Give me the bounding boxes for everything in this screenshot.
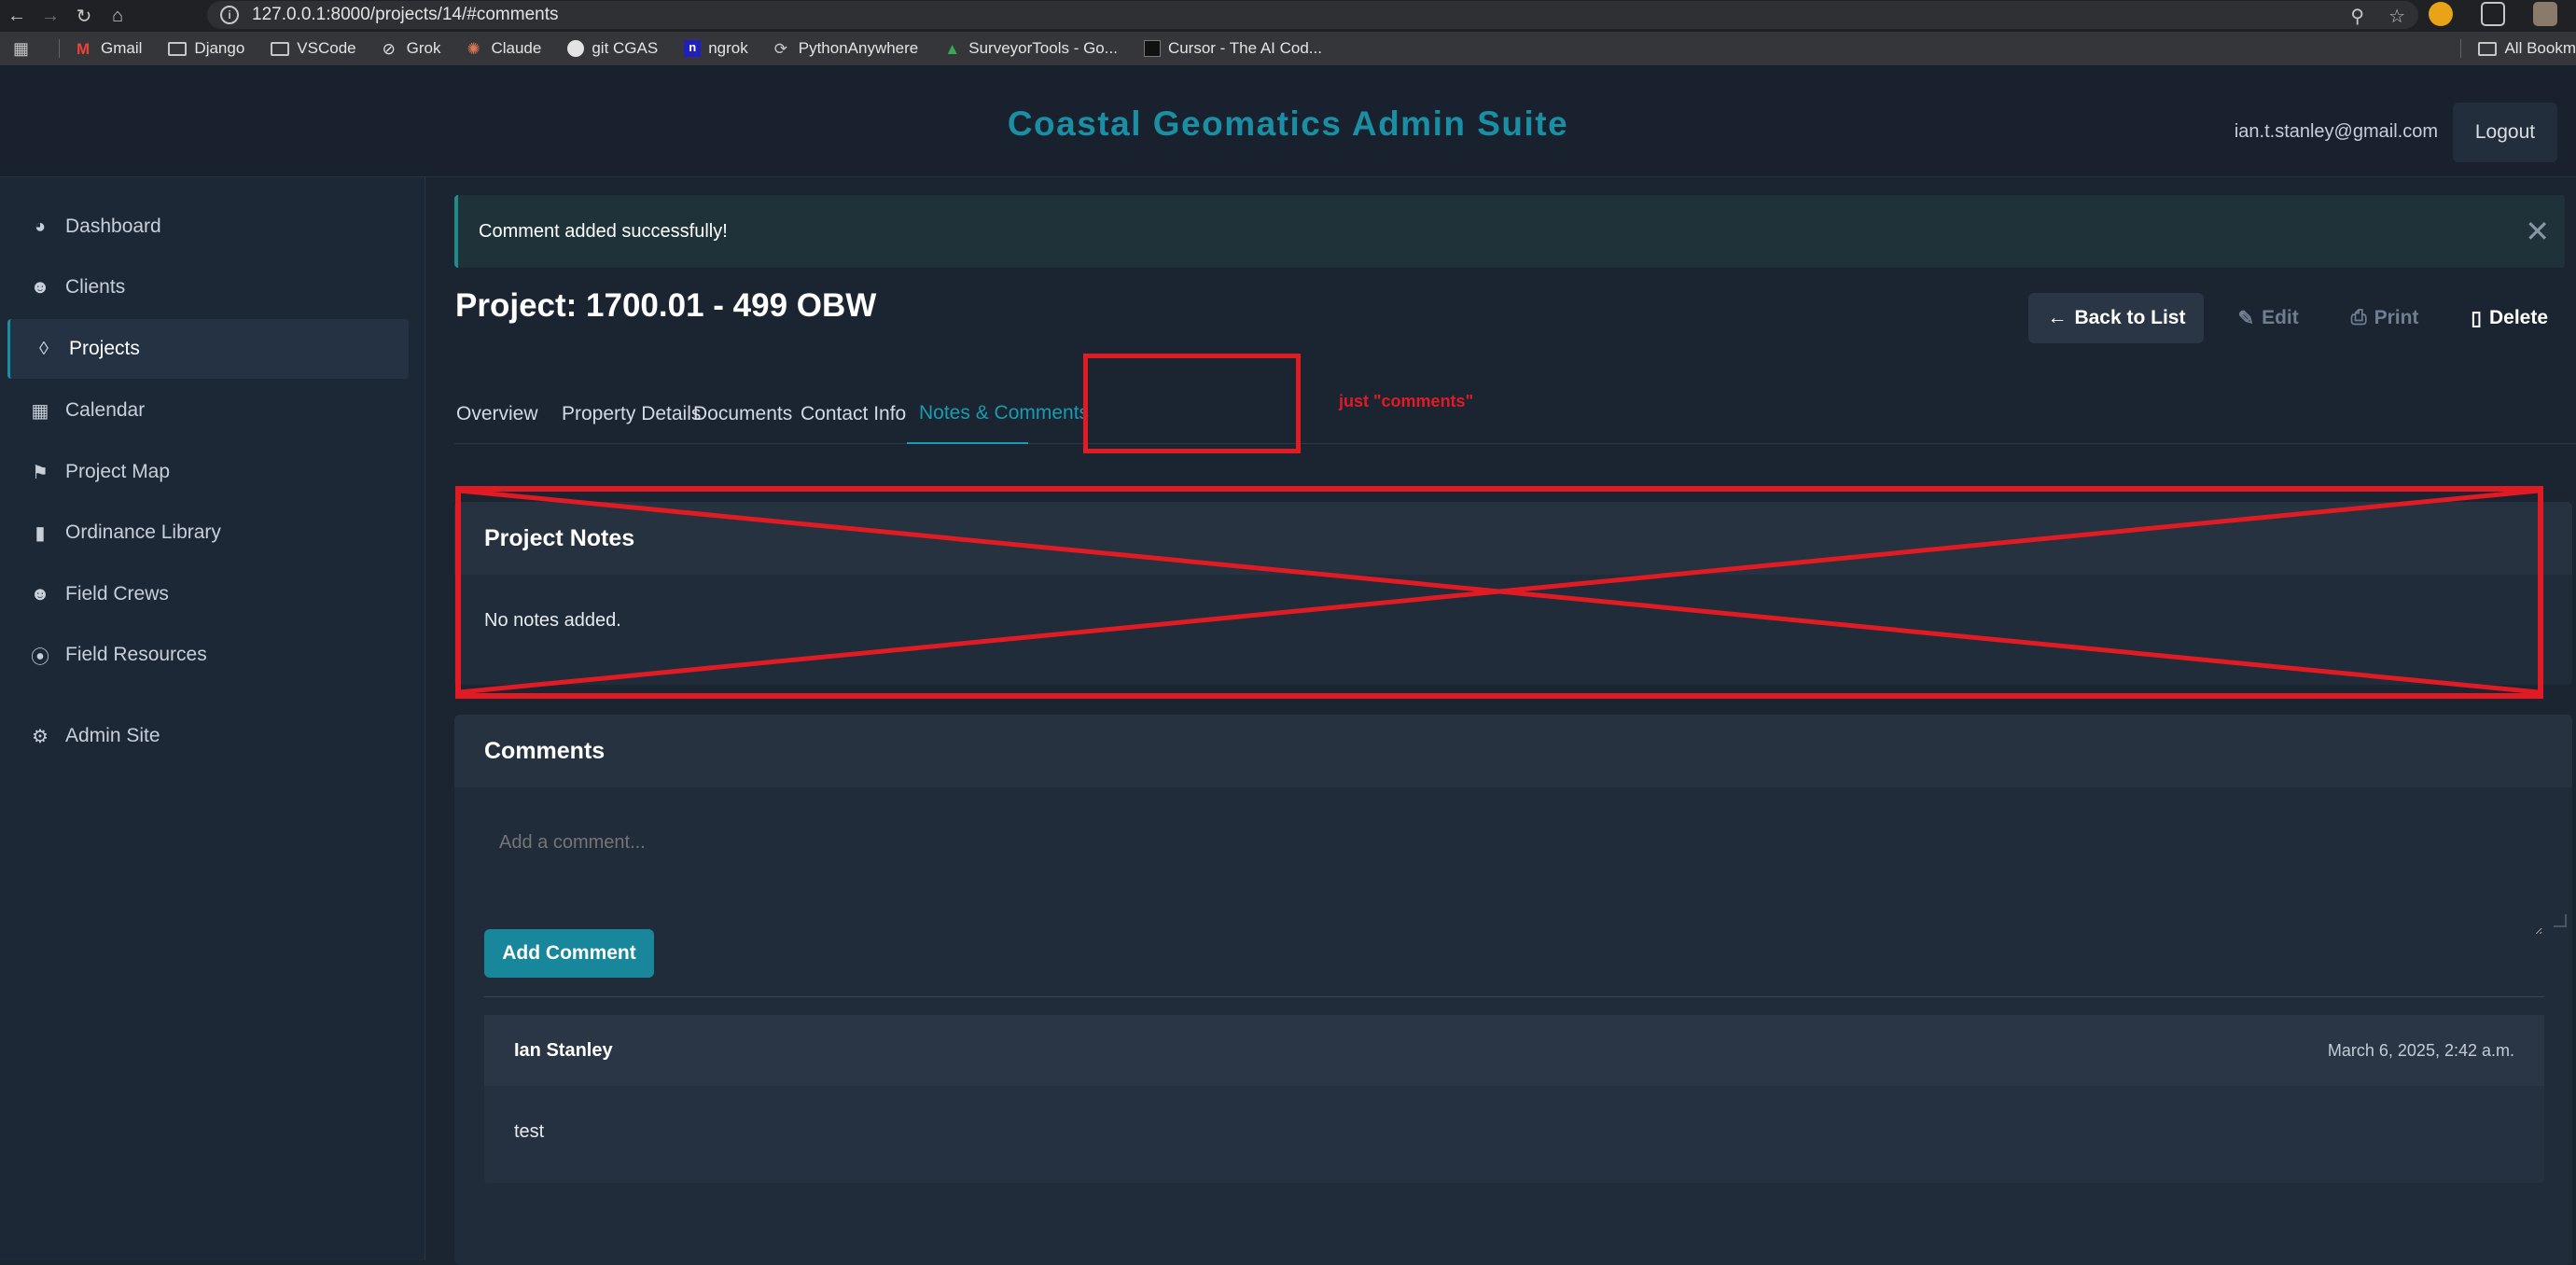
comment-text: test xyxy=(514,1121,545,1142)
calendar-icon: ▦ xyxy=(31,400,49,422)
home-icon[interactable]: ⌂ xyxy=(101,0,134,32)
bookmark-claude[interactable]: ✺ Claude xyxy=(466,39,541,58)
map-icon: ⚑ xyxy=(32,462,49,483)
apps-grid-icon[interactable]: ▦ xyxy=(13,39,29,59)
sidebar-item-clients[interactable]: ☻ Clients xyxy=(7,257,409,317)
puzzle-icon[interactable] xyxy=(2481,2,2505,26)
gear-icon: ⚙ xyxy=(32,726,49,747)
folder-icon xyxy=(2478,41,2498,56)
address-bar[interactable]: i 127.0.0.1:8000/projects/14/#comments ⚲… xyxy=(207,1,2418,29)
app-header: Coastal Geomatics Admin Suite ian.t.stan… xyxy=(0,65,2576,177)
extension-icon[interactable] xyxy=(2429,2,2453,26)
tab-notes-comments[interactable]: Notes & Comments xyxy=(907,384,1089,444)
dashboard-icon: ◕ xyxy=(34,215,47,237)
comments-card: Comments Add Comment Ian Stanley March 6… xyxy=(454,715,2572,1265)
users-icon: ☻ xyxy=(30,276,50,298)
gmail-icon: M xyxy=(77,40,91,58)
sidebar-item-ordinance-library[interactable]: ▮ Ordinance Library xyxy=(7,503,409,563)
url-text[interactable]: 127.0.0.1:8000/projects/14/#comments xyxy=(252,5,558,25)
page-title: Project: 1700.01 - 499 OBW xyxy=(455,287,877,324)
comment-author: Ian Stanley xyxy=(514,1039,613,1061)
edit-button[interactable]: ✎ Edit xyxy=(2219,293,2317,343)
bookmarks-bar: ▦ M Gmail Django VSCode ⊘ Grok ✺ Claude git… xyxy=(0,32,2576,65)
main-content: Comment added successfully! ✕ Project: 1… xyxy=(426,177,2576,1265)
grok-icon: ⊘ xyxy=(382,40,396,58)
back-to-list-button[interactable]: ← Back to List xyxy=(2028,293,2205,343)
comment-date: March 6, 2025, 2:42 a.m. xyxy=(2327,1040,2514,1060)
tab-bar: Overview Property Details Documents Cont… xyxy=(454,384,2576,444)
sidebar-item-calendar[interactable]: ▦ Calendar xyxy=(7,381,409,440)
zoom-icon[interactable]: ⚲ xyxy=(2350,5,2364,28)
tab-overview[interactable]: Overview xyxy=(456,384,538,444)
all-bookmarks[interactable]: All Bookm xyxy=(2438,32,2576,65)
resize-grip-icon[interactable] xyxy=(2554,914,2567,927)
sidebar-item-field-crews[interactable]: ☻ Field Crews xyxy=(7,564,409,624)
bookmark-separator xyxy=(59,39,61,58)
book-icon: ▮ xyxy=(35,522,46,544)
comments-divider xyxy=(484,996,2544,997)
bookmark-gmail[interactable]: M Gmail xyxy=(77,39,142,58)
sidebar-item-field-resources[interactable]: ⦿ Field Resources xyxy=(7,625,409,685)
folder-icon xyxy=(271,41,290,56)
sidebar-item-dashboard[interactable]: ◕ Dashboard xyxy=(7,197,409,257)
project-diagram-icon: ◊ xyxy=(39,338,49,359)
github-icon xyxy=(567,40,585,57)
folder-icon xyxy=(168,41,188,56)
sidebar: ◕ Dashboard ☻ Clients ◊ Projects ▦ Calendar … xyxy=(0,177,425,1260)
cursor-icon xyxy=(1143,40,1161,57)
arrow-left-icon: ← xyxy=(2047,307,2068,328)
compass-icon: ⦿ xyxy=(31,646,49,668)
bookmark-git-cgas[interactable]: git CGAS xyxy=(567,39,658,58)
tab-property-details[interactable]: Property Details xyxy=(562,384,701,444)
reload-icon[interactable]: ↻ xyxy=(67,0,101,32)
all-bookmarks-link[interactable]: All Bookm xyxy=(2478,39,2576,58)
bookmark-django[interactable]: Django xyxy=(168,39,244,58)
bookmark-surveyortools[interactable]: ▲ SurveyorTools - Go... xyxy=(944,39,1118,58)
bookmark-ngrok[interactable]: n ngrok xyxy=(684,39,748,58)
comment-textarea[interactable] xyxy=(484,813,2542,935)
logout-button[interactable]: Logout xyxy=(2453,103,2557,162)
comments-title: Comments xyxy=(454,715,2572,787)
site-info-icon[interactable]: i xyxy=(220,6,239,24)
bookmark-pythonanywhere[interactable]: ⟳ PythonAnywhere xyxy=(774,39,919,58)
add-comment-button[interactable]: Add Comment xyxy=(484,929,654,978)
bookmark-separator xyxy=(2460,39,2462,58)
tab-documents[interactable]: Documents xyxy=(693,384,792,444)
forward-arrow-icon[interactable]: → xyxy=(34,0,67,32)
comment-item: Ian Stanley March 6, 2025, 2:42 a.m. tes… xyxy=(484,1015,2544,1183)
user-email: ian.t.stanley@gmail.com xyxy=(2234,121,2438,142)
annotation-note: just "comments" xyxy=(1339,392,1474,410)
print-icon: ⎙ xyxy=(2350,307,2367,328)
sidebar-item-project-map[interactable]: ⚑ Project Map xyxy=(7,442,409,502)
users-icon: ☻ xyxy=(30,583,50,605)
sidebar-item-projects[interactable]: ◊ Projects xyxy=(7,319,409,379)
pythonanywhere-icon: ⟳ xyxy=(773,40,787,58)
page-actions: ← Back to List ✎ Edit ⎙ Print ▯ Delete xyxy=(2028,293,2567,343)
edit-icon: ✎ xyxy=(2237,307,2255,329)
project-notes-card: Project Notes No notes added. xyxy=(454,502,2572,685)
browser-toolbar: ← → ↻ ⌂ i 127.0.0.1:8000/projects/14/#co… xyxy=(0,0,2576,32)
bookmark-cursor[interactable]: Cursor - The AI Cod... xyxy=(1143,39,1322,58)
project-notes-title: Project Notes xyxy=(454,502,2572,575)
app-title[interactable]: Coastal Geomatics Admin Suite xyxy=(0,104,2576,144)
bookmark-star-icon[interactable]: ☆ xyxy=(2388,5,2405,28)
google-drive-icon: ▲ xyxy=(944,40,961,58)
annotation-tab-highlight xyxy=(1083,354,1301,453)
alert-message: Comment added successfully! xyxy=(479,220,728,242)
success-alert: Comment added successfully! ✕ xyxy=(454,195,2565,268)
bookmark-grok[interactable]: ⊘ Grok xyxy=(383,39,441,58)
bookmark-vscode[interactable]: VSCode xyxy=(271,39,356,58)
ngrok-icon: n xyxy=(684,40,702,57)
back-arrow-icon[interactable]: ← xyxy=(0,0,34,32)
sidebar-item-admin-site[interactable]: ⚙ Admin Site xyxy=(7,706,409,766)
claude-icon: ✺ xyxy=(466,40,480,58)
trash-icon: ▯ xyxy=(2471,307,2482,329)
delete-button[interactable]: ▯ Delete xyxy=(2452,293,2567,343)
tab-contact-info[interactable]: Contact Info xyxy=(801,384,906,444)
profile-avatar[interactable] xyxy=(2533,2,2557,26)
comment-header: Ian Stanley March 6, 2025, 2:42 a.m. xyxy=(484,1015,2544,1086)
project-notes-body: No notes added. xyxy=(484,610,621,631)
print-button[interactable]: ⎙ Print xyxy=(2332,293,2438,343)
close-icon[interactable]: ✕ xyxy=(2525,214,2550,249)
